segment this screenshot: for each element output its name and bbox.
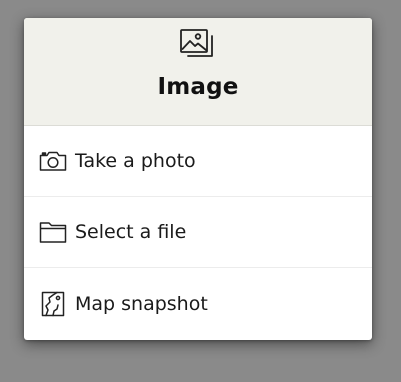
menu-title: Image (157, 74, 239, 100)
take-photo-item[interactable]: Take a photo (24, 126, 372, 197)
map-snapshot-icon (39, 291, 67, 317)
select-file-item[interactable]: Select a file (24, 197, 372, 268)
image-menu-popup: Image Take a photo Select a file Map sna… (24, 18, 372, 340)
image-icon (179, 28, 217, 64)
camera-icon (39, 148, 67, 174)
take-photo-label: Take a photo (75, 150, 196, 172)
map-snapshot-label: Map snapshot (75, 292, 208, 315)
map-snapshot-item[interactable]: Map snapshot (24, 268, 372, 339)
menu-header: Image (24, 18, 372, 126)
select-file-label: Select a file (75, 221, 187, 243)
folder-icon (39, 219, 67, 245)
